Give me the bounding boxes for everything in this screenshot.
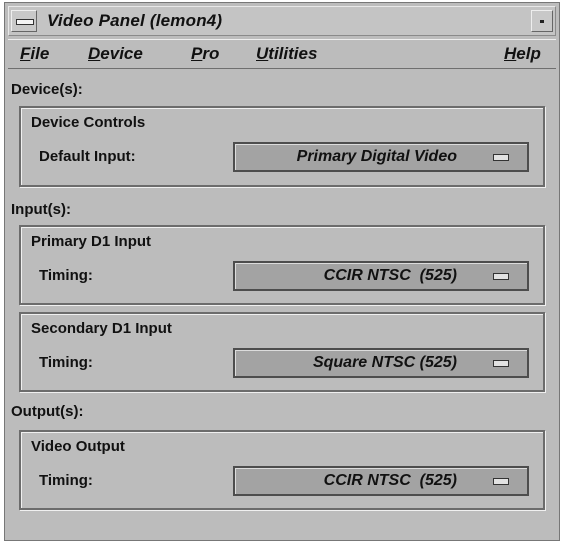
option-menu-indicator-icon [493,360,509,367]
primary-timing-label: Timing: [39,267,93,284]
window-title: Video Panel (lemon4) [47,11,223,30]
secondary-d1-input-group: Secondary D1 Input Timing: Square NTSC (… [19,312,545,392]
video-output-group: Video Output Timing: CCIR NTSC (525) [19,430,545,510]
menu-device-label: evice [100,44,143,63]
secondary-d1-input-title: Secondary D1 Input [31,320,172,337]
menu-pro-mnemonic: P [191,44,203,63]
window-menu-button[interactable] [11,10,37,32]
menu-device[interactable]: Device [88,44,143,64]
option-menu-indicator-icon [493,154,509,161]
inputs-section-label: Input(s): [11,201,71,218]
video-output-title: Video Output [31,438,125,455]
secondary-timing-option-menu[interactable]: Square NTSC (525) [233,348,529,378]
minimize-button[interactable] [531,10,553,32]
menu-pro[interactable]: Pro [191,44,219,64]
secondary-timing-value: Square NTSC (525) [312,354,457,371]
title-bar[interactable]: Video Panel (lemon4) [8,6,556,36]
menu-help-mnemonic: H [504,44,517,63]
video-panel-window: Video Panel (lemon4) File Device Pro Uti… [4,2,560,541]
menu-utilities-mnemonic: U [256,44,269,63]
primary-timing-option-menu[interactable]: CCIR NTSC (525) [233,261,529,291]
menu-file[interactable]: File [20,44,49,64]
menu-bar: File Device Pro Utilities Help [8,39,556,69]
device-controls-group: Device Controls Default Input: Primary D… [19,106,545,187]
menu-utilities[interactable]: Utilities [256,44,317,64]
default-input-value: Primary Digital Video [296,148,457,165]
output-timing-value: CCIR NTSC (525) [323,472,457,489]
menu-file-label: ile [30,44,50,63]
window-menu-icon [16,19,34,25]
menu-file-mnemonic: F [20,44,31,63]
primary-d1-input-title: Primary D1 Input [31,233,152,250]
menu-help[interactable]: Help [504,44,541,64]
default-input-option-menu[interactable]: Primary Digital Video [233,142,529,172]
output-timing-option-menu[interactable]: CCIR NTSC (525) [233,466,529,496]
device-controls-title: Device Controls [31,114,146,131]
default-input-label: Default Input: [39,148,136,165]
primary-d1-input-group: Primary D1 Input Timing: CCIR NTSC (525) [19,225,545,305]
option-menu-indicator-icon [493,273,509,280]
option-menu-indicator-icon [493,478,509,485]
menu-device-mnemonic: D [88,44,101,63]
secondary-timing-label: Timing: [39,354,93,371]
menu-utilities-label: tilities [268,44,318,63]
outputs-section-label: Output(s): [11,403,84,420]
menu-help-label: elp [516,44,541,63]
output-timing-label: Timing: [39,472,93,489]
devices-section-label: Device(s): [11,81,83,98]
primary-timing-value: CCIR NTSC (525) [323,267,457,284]
menu-pro-label: ro [202,44,220,63]
minimize-icon [540,20,544,23]
